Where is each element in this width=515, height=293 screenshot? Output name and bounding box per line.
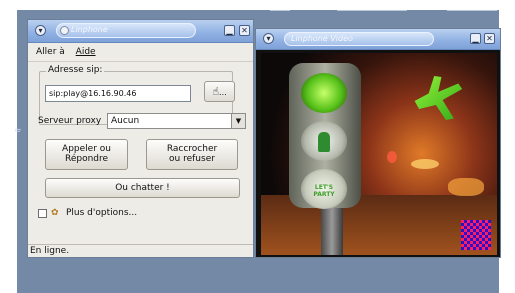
party-text: LET'S PARTY bbox=[313, 184, 335, 198]
desktop-mark: ≈ bbox=[14, 126, 22, 136]
status-text: En ligne. bbox=[30, 246, 70, 256]
pedestrian-figure bbox=[318, 132, 330, 152]
video-titlebar[interactable]: ▾ Linphone Video ▁ ✕ bbox=[256, 29, 500, 50]
more-options-checkbox[interactable] bbox=[38, 209, 47, 218]
menubar: Aller à Aide bbox=[28, 43, 253, 62]
title-pill: Linphone Video bbox=[284, 32, 434, 46]
more-options-label[interactable]: Plus d'options... bbox=[66, 208, 137, 218]
main-window: ▾ Linphone ▁ ✕ Aller à Aide Adresse sip:… bbox=[27, 19, 254, 258]
close-button[interactable]: ✕ bbox=[484, 33, 495, 44]
video-test-pattern bbox=[461, 220, 491, 250]
sip-address-label: Adresse sip: bbox=[46, 65, 105, 75]
main-titlebar[interactable]: ▾ Linphone ▁ ✕ bbox=[28, 20, 253, 43]
address-book-button[interactable]: ☝... bbox=[204, 81, 235, 102]
desktop-line bbox=[337, 10, 407, 11]
car-light bbox=[448, 178, 484, 196]
sip-address-input[interactable]: sip:play@16.16.90.46 bbox=[45, 85, 191, 102]
status-bar: En ligne. bbox=[28, 244, 253, 257]
options-icon: ✿ bbox=[51, 208, 59, 218]
desktop-line bbox=[447, 10, 497, 11]
close-button[interactable]: ✕ bbox=[239, 25, 250, 36]
hangup-button-label-line1: Raccrocher bbox=[166, 144, 218, 154]
proxy-select[interactable]: Aucun ▼ bbox=[107, 113, 246, 129]
call-button[interactable]: Appeler ou Répondre bbox=[45, 139, 128, 170]
minimize-button[interactable]: ▁ bbox=[224, 25, 235, 36]
proxy-label: Serveur proxy bbox=[38, 116, 102, 126]
red-light bbox=[387, 151, 397, 163]
menu-help[interactable]: Aide bbox=[76, 43, 96, 61]
video-feed: LET'S PARTY bbox=[261, 53, 497, 255]
video-window-title: Linphone Video bbox=[291, 34, 353, 43]
window-title: Linphone bbox=[71, 25, 108, 34]
minimize-button[interactable]: ▁ bbox=[470, 33, 481, 44]
chat-button[interactable]: Ou chatter ! bbox=[45, 178, 240, 198]
hangup-button[interactable]: Raccrocher ou refuser bbox=[146, 139, 238, 170]
proxy-selected-value: Aucun bbox=[111, 116, 140, 126]
green-figure bbox=[414, 76, 463, 120]
green-lamp bbox=[301, 73, 347, 113]
hangup-button-label-line2: ou refuser bbox=[169, 154, 215, 164]
menu-goto[interactable]: Aller à bbox=[36, 43, 65, 61]
title-pill: Linphone bbox=[56, 23, 196, 38]
app-icon bbox=[60, 26, 69, 35]
car-light bbox=[411, 159, 439, 169]
window-menu-button[interactable]: ▾ bbox=[263, 33, 274, 44]
desktop-line bbox=[270, 10, 290, 11]
address-book-button-label: ... bbox=[219, 88, 227, 97]
window-menu-button[interactable]: ▾ bbox=[35, 25, 46, 36]
video-window: ▾ Linphone Video ▁ ✕ LET'S PARTY bbox=[255, 28, 501, 258]
chevron-down-icon[interactable]: ▼ bbox=[231, 114, 245, 128]
call-button-label-line2: Répondre bbox=[64, 154, 109, 164]
call-button-label-line1: Appeler ou bbox=[62, 144, 111, 154]
